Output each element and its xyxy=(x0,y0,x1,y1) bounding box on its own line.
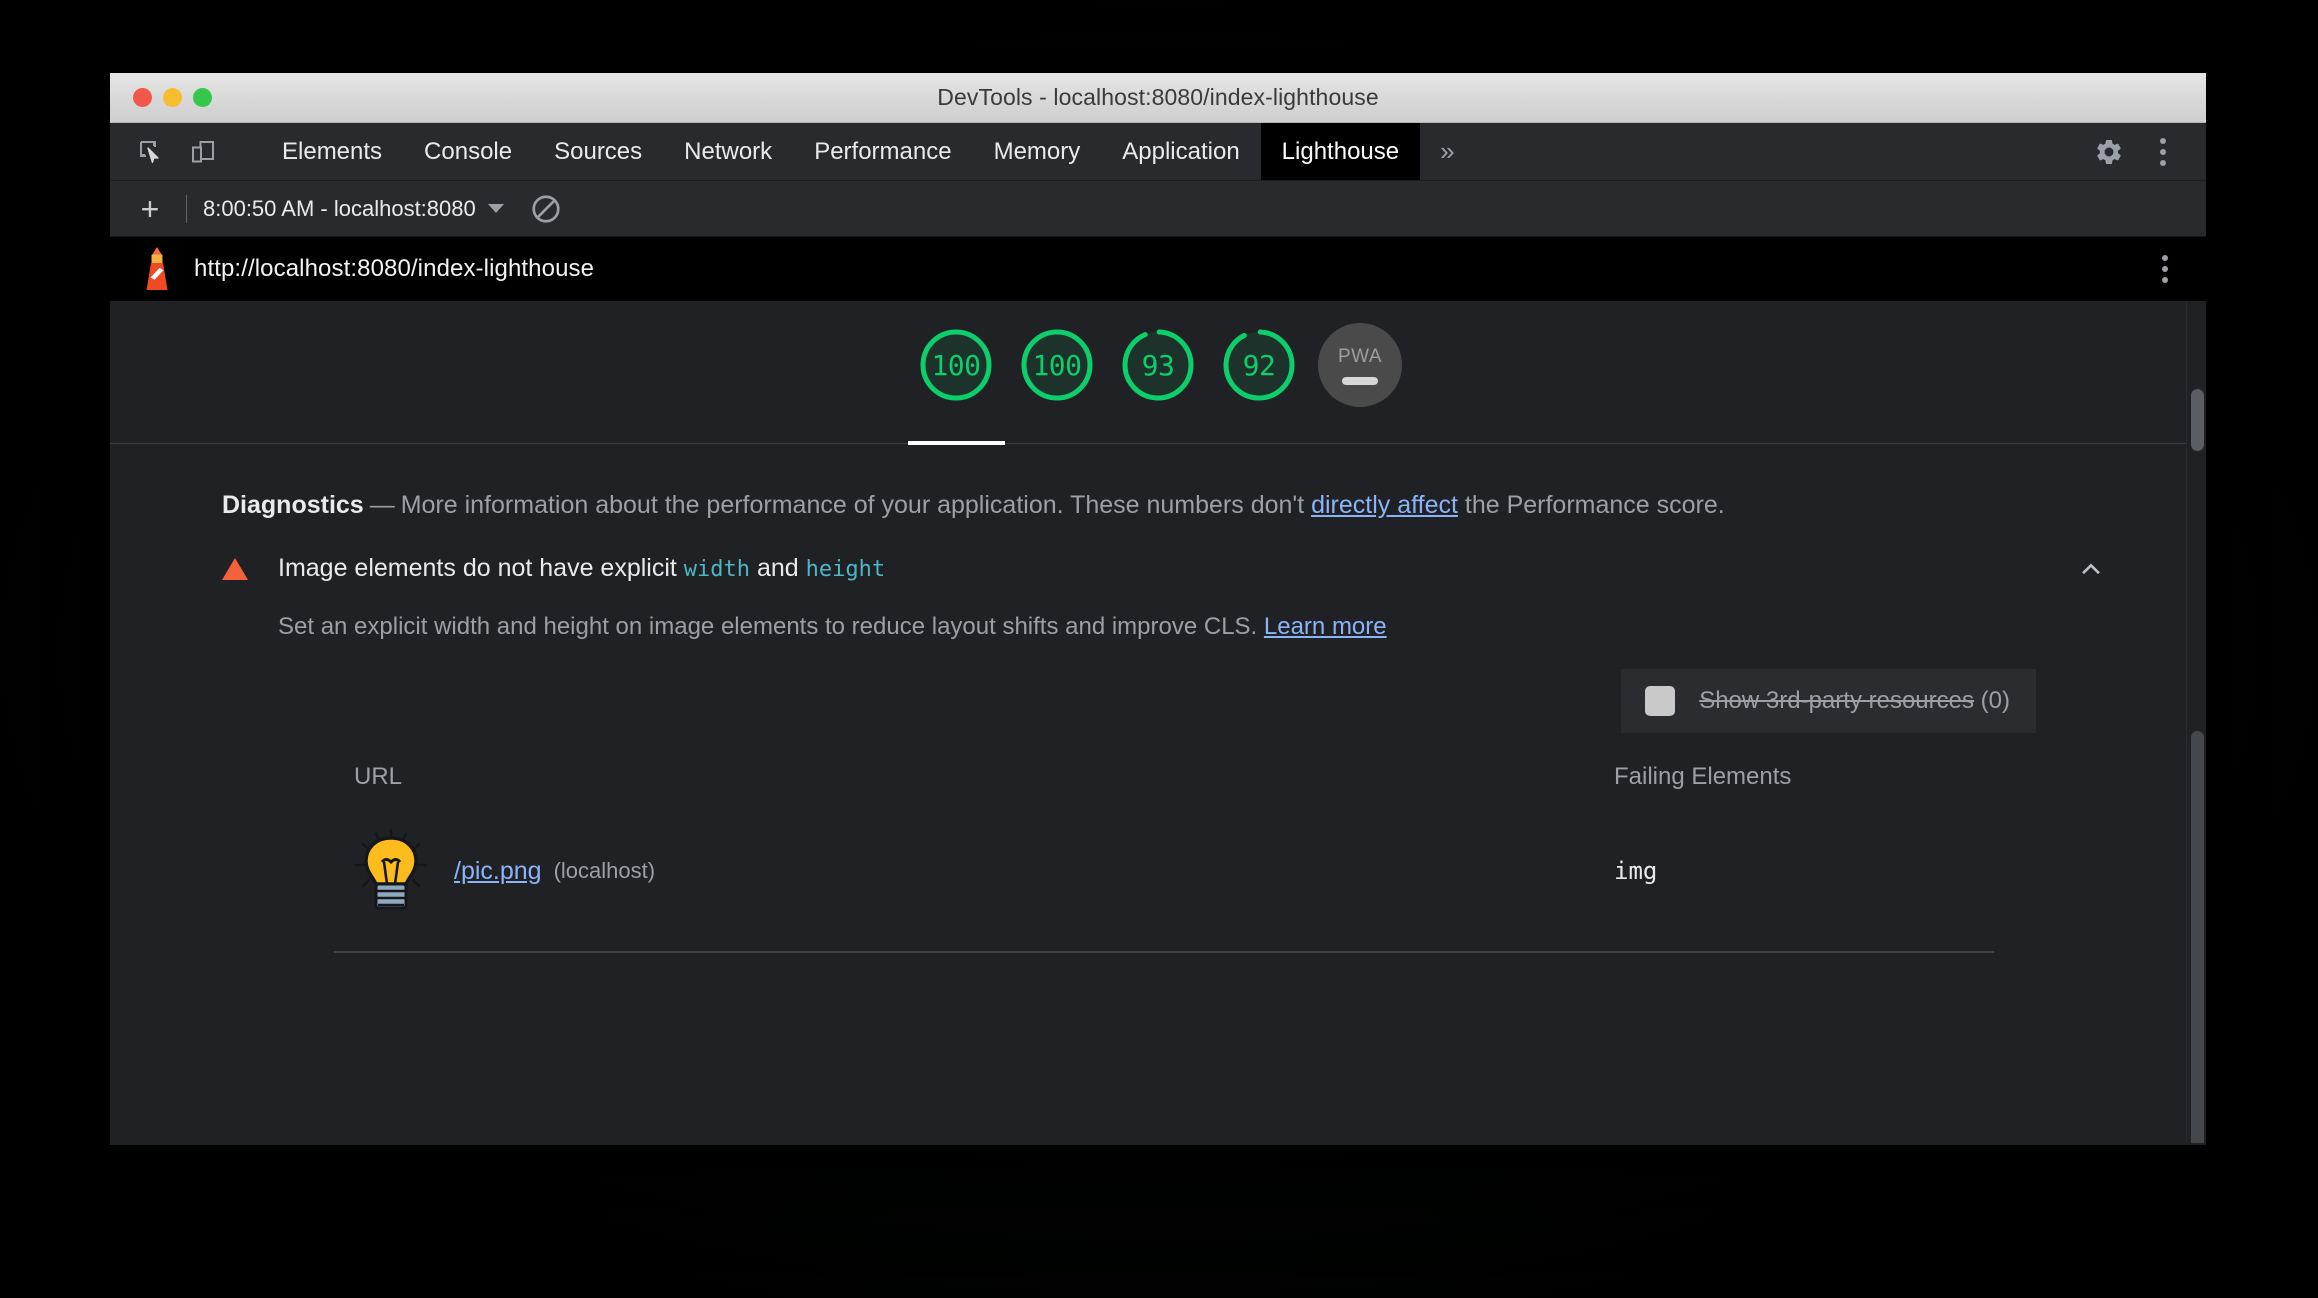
diagnostics-section: Diagnostics — More information about the p… xyxy=(110,444,2206,953)
chevron-down-icon xyxy=(487,204,504,213)
gauge-score-value: 100 xyxy=(1032,348,1082,382)
third-party-toggle[interactable]: Show 3rd-party resources (0) xyxy=(1621,669,2036,733)
gauge-performance[interactable]: 100 xyxy=(906,301,1007,445)
diagnostics-dash: — xyxy=(369,491,395,519)
report-header: http://localhost:8080/index-lighthouse xyxy=(110,237,2206,301)
devtools-window: DevTools - localhost:8080/index-lighthou… xyxy=(110,73,2206,1145)
tab-label: Sources xyxy=(554,137,643,165)
report-select[interactable]: 8:00:50 AM - localhost:8080 xyxy=(203,196,504,222)
report-more-icon[interactable] xyxy=(2162,255,2184,283)
audit-title-part2: and xyxy=(750,554,806,582)
show-third-party-text: Show 3rd-party resources xyxy=(1699,687,1974,714)
tab-label: Lighthouse xyxy=(1281,137,1400,165)
tabbar-right-controls xyxy=(2053,123,2206,180)
warning-triangle-icon xyxy=(222,557,248,580)
gauge-accessibility[interactable]: 100 xyxy=(1007,301,1108,429)
desktop-backdrop: DevTools - localhost:8080/index-lighthou… xyxy=(0,0,2318,1298)
tab-network[interactable]: Network xyxy=(663,123,793,180)
tab-elements[interactable]: Elements xyxy=(261,123,403,180)
tab-memory[interactable]: Memory xyxy=(973,123,1102,180)
lightbulb-image-thumbnail xyxy=(354,828,428,914)
cell-failing-element: img xyxy=(1614,857,1658,885)
column-header-url: URL xyxy=(354,763,403,790)
diagnostics-description: Diagnostics — More information about the p… xyxy=(222,482,1777,528)
more-vertical-dots xyxy=(2160,137,2166,166)
gauge-pwa[interactable]: PWA xyxy=(1310,323,1411,407)
audit-bottom-divider xyxy=(334,951,1994,953)
gauge-best-practices[interactable]: 93 xyxy=(1108,301,1209,429)
gauge-seo[interactable]: 92 xyxy=(1209,301,1310,429)
audit-table: URL Failing Elements /pic.png (localhost… xyxy=(354,763,2126,917)
audit-code-height: height xyxy=(805,557,886,582)
show-third-party-label: Show 3rd-party resources (0) xyxy=(1699,687,2010,715)
more-vertical-icon[interactable] xyxy=(2136,125,2190,179)
gauge-ring: 100 xyxy=(914,323,998,407)
pwa-label: PWA xyxy=(1337,345,1383,367)
tab-sources[interactable]: Sources xyxy=(533,123,663,180)
learn-more-link[interactable]: Learn more xyxy=(1264,613,1387,640)
report-url: http://localhost:8080/index-lighthouse xyxy=(194,255,595,282)
toolbar-divider xyxy=(186,194,187,223)
audit-item: Image elements do not have explicit widt… xyxy=(222,554,2206,953)
audit-description: Set an explicit width and height on imag… xyxy=(278,613,2126,641)
tab-label: Elements xyxy=(282,137,383,165)
inspect-element-icon[interactable] xyxy=(128,129,174,175)
gauge-score-value: 100 xyxy=(931,348,981,382)
lighthouse-logo-icon xyxy=(140,246,174,292)
report-scrollbar[interactable] xyxy=(2186,301,2206,1143)
audit-title-part1: Image elements do not have explicit xyxy=(278,554,684,582)
diagnostics-heading: Diagnostics xyxy=(222,491,364,519)
row-url-link[interactable]: /pic.png xyxy=(454,857,542,886)
tab-console[interactable]: Console xyxy=(403,123,533,180)
tabs-overflow-icon[interactable]: » xyxy=(1420,123,1474,180)
row-url-host: (localhost) xyxy=(553,858,656,883)
report-select-label: 8:00:50 AM - localhost:8080 xyxy=(203,195,476,221)
diagnostics-text-before: More information about the performance o… xyxy=(400,491,1312,519)
window-title: DevTools - localhost:8080/index-lighthou… xyxy=(937,84,1379,110)
panel-tabs: Elements Console Sources Network Perform… xyxy=(261,123,1475,180)
tab-performance[interactable]: Performance xyxy=(793,123,972,180)
report-more-dots xyxy=(2162,255,2168,283)
device-toolbar-icon[interactable] xyxy=(180,129,226,175)
show-third-party-count: (0) xyxy=(1980,687,2010,714)
gauge-ring: 92 xyxy=(1217,323,1301,407)
window-titlebar: DevTools - localhost:8080/index-lighthou… xyxy=(110,73,2206,123)
audit-code-width: width xyxy=(683,557,751,582)
column-header-failing-elements: Failing Elements xyxy=(1614,763,1792,790)
gauge-ring: 93 xyxy=(1116,323,1200,407)
tab-label: Memory xyxy=(993,137,1081,165)
gauge-score-value: 92 xyxy=(1242,348,1276,382)
scrollbar-thumb-secondary[interactable] xyxy=(2191,731,2204,1143)
gauge-ring: 100 xyxy=(1015,323,1099,407)
tab-label: Performance xyxy=(814,137,952,165)
directly-affect-link[interactable]: directly affect xyxy=(1311,491,1458,519)
gauge-score-value: 93 xyxy=(1141,348,1175,382)
audit-title: Image elements do not have explicit widt… xyxy=(278,554,885,583)
tab-label: Application xyxy=(1122,137,1240,165)
tab-lighthouse[interactable]: Lighthouse xyxy=(1260,123,1421,180)
table-header-row: URL Failing Elements xyxy=(354,763,2034,799)
lighthouse-toolbar: + 8:00:50 AM - localhost:8080 xyxy=(110,181,2206,237)
tab-label: Network xyxy=(684,137,773,165)
new-audit-button[interactable]: + xyxy=(130,189,170,229)
pwa-dash-icon xyxy=(1342,376,1378,385)
tab-label: Console xyxy=(424,137,513,165)
pwa-badge: PWA xyxy=(1318,323,1402,407)
score-gauges: 100 100 93 92 PWA xyxy=(110,301,2206,445)
gear-icon[interactable] xyxy=(2082,125,2136,179)
tabbar-tool-icons xyxy=(110,123,261,180)
audit-title-row[interactable]: Image elements do not have explicit widt… xyxy=(222,554,2126,583)
third-party-toggle-wrap: Show 3rd-party resources (0) xyxy=(222,669,2126,733)
audit-description-text: Set an explicit width and height on imag… xyxy=(278,613,1264,640)
cell-url: /pic.png (localhost) xyxy=(354,828,1614,914)
scrollbar-thumb[interactable] xyxy=(2191,389,2204,451)
chevron-up-icon[interactable] xyxy=(2078,556,2104,582)
diagnostics-text-after: the Performance score. xyxy=(1457,491,1725,519)
tab-application[interactable]: Application xyxy=(1101,123,1260,180)
clear-no-entry-icon[interactable] xyxy=(530,193,562,225)
table-row: /pic.png (localhost) img xyxy=(354,825,2034,917)
report-body: 100 100 93 92 PWA Diagnostics — More inf… xyxy=(110,301,2206,1143)
devtools-tabbar: Elements Console Sources Network Perform… xyxy=(110,123,2206,181)
show-third-party-checkbox[interactable] xyxy=(1645,686,1676,716)
